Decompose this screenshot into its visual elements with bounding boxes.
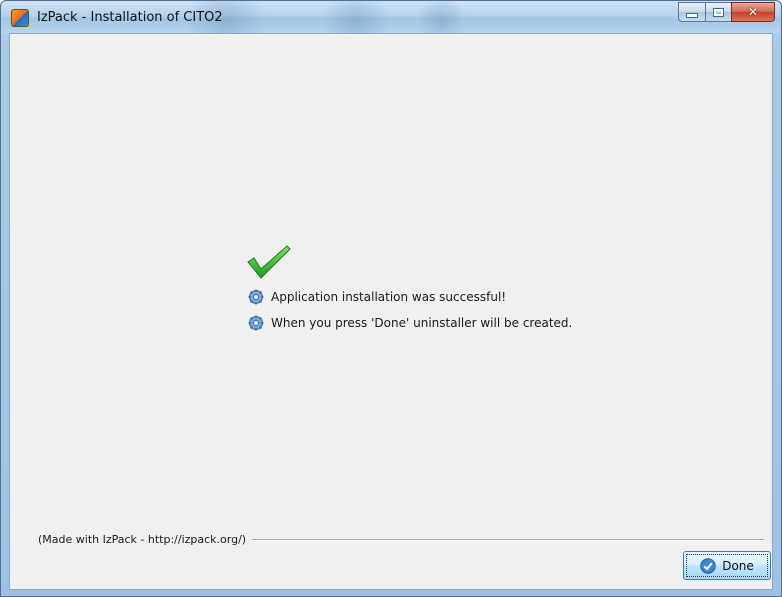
uninstaller-message: When you press 'Done' uninstaller will b…	[271, 316, 573, 330]
window-title: IzPack - Installation of CITO2	[37, 10, 223, 25]
gear-icon	[248, 315, 264, 331]
green-checkmark-icon	[247, 245, 291, 279]
titlebar-decoration	[411, 1, 471, 33]
message-row-2: When you press 'Done' uninstaller will b…	[248, 315, 572, 331]
installer-panel: Application installation was successful!…	[9, 33, 773, 590]
caption-buttons: ✕	[678, 2, 775, 22]
done-button[interactable]: Done	[683, 551, 771, 580]
done-button-label: Done	[722, 558, 754, 573]
titlebar-decoration	[311, 1, 401, 33]
installer-window: IzPack - Installation of CITO2 ✕ Applica…	[0, 0, 782, 597]
close-icon: ✕	[747, 5, 759, 19]
blue-check-circle-icon	[700, 557, 716, 574]
title-bar[interactable]: IzPack - Installation of CITO2 ✕	[1, 1, 781, 33]
maximize-icon	[713, 7, 724, 17]
message-row-1: Application installation was successful!	[248, 289, 506, 305]
maximize-button[interactable]	[705, 2, 731, 22]
success-message: Application installation was successful!	[271, 290, 507, 304]
izpack-app-icon[interactable]	[11, 9, 29, 27]
minimize-icon	[686, 13, 698, 18]
gear-icon	[248, 289, 264, 305]
close-button[interactable]: ✕	[731, 2, 775, 22]
minimize-button[interactable]	[678, 2, 705, 22]
izpack-credit-label: (Made with IzPack - http://izpack.org/)	[38, 533, 253, 546]
